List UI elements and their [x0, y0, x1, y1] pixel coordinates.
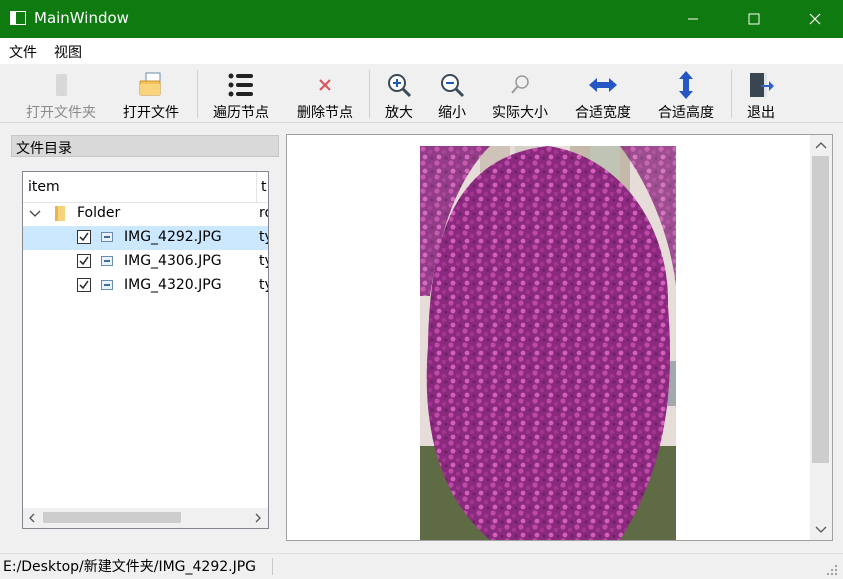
tree-row-file[interactable]: IMG_4292.JPG ty: [23, 226, 268, 250]
title-bar: MainWindow: [0, 0, 843, 38]
open-file-button[interactable]: 打开文件: [120, 64, 182, 122]
zoom-in-icon: [388, 74, 412, 98]
checkbox[interactable]: [77, 254, 91, 268]
close-icon: [809, 13, 821, 25]
delete-node-button[interactable]: 删除节点: [294, 64, 356, 122]
image-file-icon: [101, 232, 113, 242]
file-col2: ty: [259, 253, 268, 269]
menu-file[interactable]: 文件: [9, 42, 37, 62]
window-title: MainWindow: [34, 9, 129, 27]
tree-row-folder[interactable]: Folder ro: [23, 202, 268, 226]
status-bar: E:/Desktop/新建文件夹/IMG_4292.JPG: [0, 553, 843, 579]
zoom-out-icon: [441, 74, 465, 98]
zoom-out-button[interactable]: 缩小: [433, 64, 471, 122]
file-tree[interactable]: item t Folder ro IMG_4292.JPG ty IMG_430…: [22, 171, 269, 529]
chevron-down-icon[interactable]: [29, 210, 41, 218]
toolbar: 打开文件夹 打开文件 遍历节点 删除节点 放大 缩小 实际大小 合适宽度 合适高…: [0, 64, 843, 123]
check-icon: [79, 256, 89, 266]
resize-grip-icon[interactable]: [826, 564, 838, 576]
toolbar-separator: [731, 70, 732, 118]
image-file-icon: [101, 256, 113, 266]
open-folder-button[interactable]: 打开文件夹: [22, 64, 100, 122]
toolbar-separator: [197, 70, 198, 118]
status-path: E:/Desktop/新建文件夹/IMG_4292.JPG: [3, 559, 257, 575]
window-icon: [10, 11, 26, 25]
status-separator: [272, 558, 273, 575]
checkbox[interactable]: [77, 230, 91, 244]
column-header-item[interactable]: item: [28, 179, 60, 195]
arrow-horizontal-icon: [589, 78, 617, 92]
header-separator: [256, 172, 257, 202]
scrollbar-thumb[interactable]: [812, 156, 829, 463]
menu-view[interactable]: 视图: [54, 42, 82, 62]
fit-height-button[interactable]: 合适高度: [655, 64, 717, 122]
list-icon: [228, 73, 253, 97]
tree-row-file[interactable]: IMG_4306.JPG ty: [23, 250, 268, 274]
file-label: IMG_4320.JPG: [124, 277, 222, 293]
file-label: IMG_4292.JPG: [124, 229, 222, 245]
maximize-icon: [748, 13, 760, 25]
actual-size-button[interactable]: 实际大小: [488, 64, 552, 122]
folder-col2: ro: [259, 205, 268, 221]
minimize-icon: [688, 18, 698, 20]
exit-button[interactable]: 退出: [742, 64, 780, 122]
minimize-button[interactable]: [670, 0, 716, 38]
chevron-up-icon[interactable]: [815, 141, 827, 149]
chevron-right-icon[interactable]: [254, 513, 262, 523]
open-file-icon: [139, 72, 161, 96]
chevron-left-icon[interactable]: [28, 513, 36, 523]
check-icon: [79, 280, 89, 290]
tree-header: item t: [23, 172, 268, 203]
close-button[interactable]: [792, 0, 838, 38]
check-icon: [79, 232, 89, 242]
search-icon: [511, 75, 529, 94]
file-col2: ty: [259, 277, 268, 293]
maximize-button[interactable]: [731, 0, 777, 38]
image-display: [420, 146, 676, 540]
dock-title: 文件目录: [11, 135, 279, 157]
checkbox[interactable]: [77, 278, 91, 292]
delete-icon: [319, 79, 331, 91]
vertical-scrollbar[interactable]: [810, 135, 832, 540]
file-label: IMG_4306.JPG: [124, 253, 222, 269]
arrow-vertical-icon: [679, 71, 693, 99]
file-col2: ty: [259, 229, 268, 245]
tree-row-file[interactable]: IMG_4320.JPG ty: [23, 274, 268, 298]
image-viewer[interactable]: [286, 134, 833, 541]
horizontal-scrollbar[interactable]: [23, 508, 268, 528]
menu-bar: 文件 视图: [0, 38, 843, 64]
fit-width-button[interactable]: 合适宽度: [572, 64, 634, 122]
column-header-2[interactable]: t: [261, 179, 267, 195]
image-file-icon: [101, 280, 113, 290]
folder-icon: [55, 206, 65, 221]
zoom-in-button[interactable]: 放大: [380, 64, 418, 122]
open-folder-icon: [56, 74, 67, 96]
scrollbar-thumb[interactable]: [43, 512, 181, 523]
chevron-down-icon[interactable]: [815, 526, 827, 534]
folder-label: Folder: [77, 205, 121, 221]
traverse-nodes-button[interactable]: 遍历节点: [210, 64, 272, 122]
toolbar-separator: [369, 70, 370, 118]
exit-icon: [750, 73, 774, 97]
